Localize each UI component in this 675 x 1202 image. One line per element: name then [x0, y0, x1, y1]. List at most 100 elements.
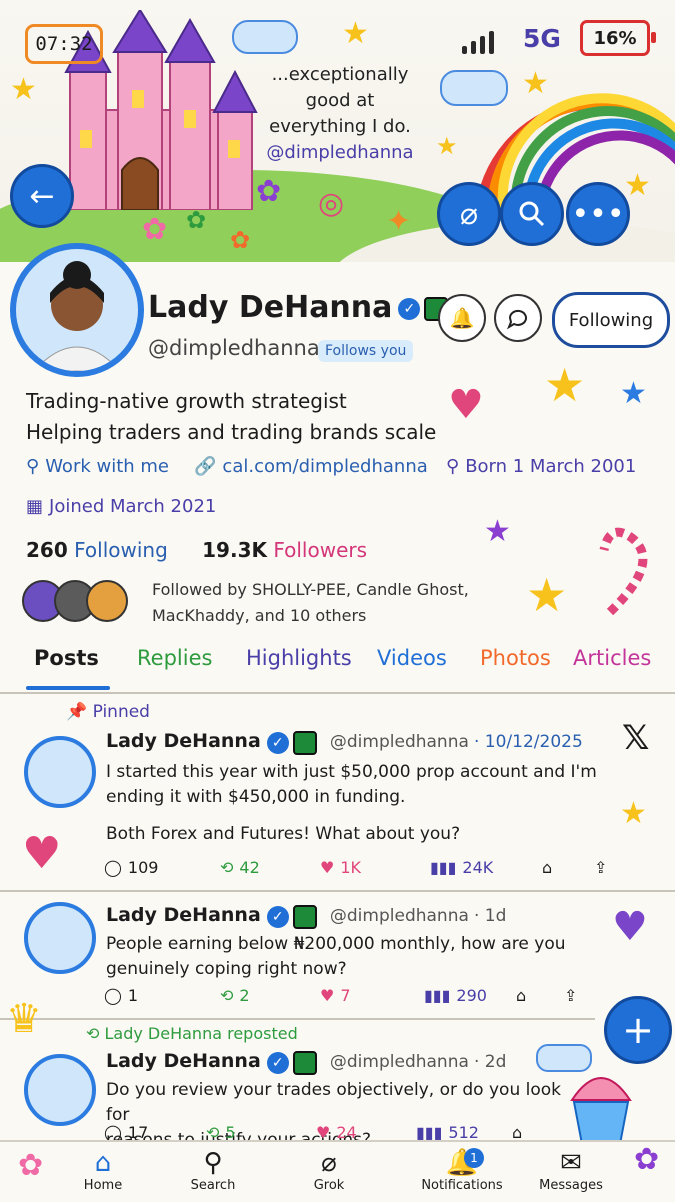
back-button[interactable]: ← [10, 164, 74, 228]
tab-highlights[interactable]: Highlights [246, 646, 352, 670]
bio-line: Trading-native growth strategist [26, 389, 347, 413]
bookmark-button[interactable]: ⌂ [512, 1124, 522, 1140]
bookmark-button[interactable]: ⌂ [516, 986, 564, 1005]
balloon-icon: ⚲ [446, 456, 460, 477]
share-button[interactable]: ⇪ [564, 986, 577, 1005]
reply-button[interactable]: ◯ 1 [104, 986, 220, 1005]
following-link[interactable]: 260 Following [26, 538, 168, 562]
link-text[interactable]: cal.com/dimpledhanna [222, 456, 427, 477]
followed-by-avatars[interactable] [22, 580, 150, 622]
tab-posts[interactable]: Posts [34, 646, 99, 670]
post-date[interactable]: · 1d [474, 906, 506, 926]
post-avatar[interactable] [24, 1054, 96, 1126]
nav-messages[interactable]: ✉ Messages [526, 1148, 616, 1193]
compose-button[interactable]: + [604, 996, 672, 1064]
followed-by-text[interactable]: Followed by SHOLLY-PEE, Candle Ghost, Ma… [152, 577, 532, 629]
post-text-line: genuinely coping right now? [106, 959, 347, 979]
post-avatar[interactable] [24, 736, 96, 808]
repost-icon: ⟲ [206, 1124, 220, 1140]
search-button[interactable] [500, 182, 564, 246]
profile-link[interactable]: 🔗 cal.com/dimpledhanna [194, 456, 428, 477]
star-icon: ★ [624, 168, 651, 203]
like-count: 7 [340, 986, 351, 1005]
reply-button[interactable]: ◯ 109 [104, 858, 220, 877]
followers-link[interactable]: 19.3K Followers [202, 538, 367, 562]
smiley-star-icon: ★ [544, 358, 586, 412]
post-handle[interactable]: @dimpledhanna [330, 732, 469, 752]
star-icon: ★ [10, 72, 37, 107]
bar-chart-icon: ▮▮▮ [430, 858, 457, 877]
notification-badge: 1 [464, 1148, 484, 1168]
notify-bell-button[interactable]: 🔔 [438, 294, 486, 342]
flower-icon: ✿ [256, 174, 282, 209]
cupcake-icon [570, 1077, 632, 1145]
share-icon: ⇪ [594, 858, 608, 877]
bio-line: Helping traders and trading brands scale [26, 420, 437, 444]
nav-home[interactable]: ⌂ Home [58, 1148, 148, 1193]
location-pin-icon: ⚲ [26, 456, 40, 477]
views-button[interactable]: ▮▮▮ 24K [430, 858, 542, 877]
bell-icon: 🔔 [445, 1148, 479, 1178]
bottom-navigation: ✿ ⌂ Home ⚲ Search ⌀ Grok 🔔 1 Notifications ✉ M… [0, 1140, 675, 1202]
smiley-star-icon: ★ [526, 568, 568, 622]
following-button[interactable]: Following [552, 292, 670, 348]
star-icon: ★ [342, 16, 369, 51]
post-handle[interactable]: @dimpledhanna [330, 1052, 469, 1072]
bookmark-icon: ⌂ [516, 986, 527, 1005]
repost-button[interactable]: ⟲ 42 [220, 858, 320, 877]
repost-button[interactable]: ⟲ 2 [220, 986, 320, 1005]
post-date[interactable]: · 2d [474, 1052, 506, 1072]
post-author[interactable]: Lady DeHanna [106, 904, 261, 926]
post-header: Lady DeHanna ✓ @dimpledhanna · 2d [106, 1050, 506, 1075]
star-icon: ★ [436, 132, 458, 160]
tab-replies[interactable]: Replies [137, 646, 212, 670]
nav-search[interactable]: ⚲ Search [168, 1148, 258, 1193]
bookmark-button[interactable]: ⌂ [542, 858, 594, 877]
nav-notifications[interactable]: 🔔 1 Notifications [416, 1148, 508, 1193]
profile-avatar[interactable] [10, 243, 144, 377]
home-icon: ⌂ [94, 1148, 112, 1178]
tab-articles[interactable]: Articles [573, 646, 651, 670]
avatar [86, 580, 128, 622]
post-avatar[interactable] [24, 902, 96, 974]
followers-count: 19.3K [202, 538, 267, 562]
signal-icon [462, 26, 494, 54]
heart-icon: ♥ [612, 904, 648, 950]
chat-bubble-icon [506, 309, 527, 330]
like-button[interactable]: ♥ 1K [320, 858, 430, 877]
post-header: Lady DeHanna ✓ @dimpledhanna · 1d [106, 904, 506, 929]
like-button[interactable]: ♥ 7 [320, 986, 424, 1005]
grok-button[interactable]: ⌀ [437, 182, 501, 246]
like-button[interactable]: ♥ 24 [316, 1124, 416, 1140]
active-tab-indicator [26, 686, 110, 690]
post-author[interactable]: Lady DeHanna [106, 730, 261, 752]
pin-icon: 📌 [66, 702, 88, 722]
tab-videos[interactable]: Videos [377, 646, 447, 670]
post-date[interactable]: · 10/12/2025 [474, 732, 583, 752]
nav-grok[interactable]: ⌀ Grok [284, 1148, 374, 1193]
affiliate-badge-icon [292, 1050, 317, 1075]
more-options-button[interactable]: ••• [566, 182, 630, 246]
repost-icon: ⟲ [86, 1024, 100, 1043]
grok-icon: ⌀ [459, 196, 479, 232]
reply-button[interactable]: ◯ 17 [104, 1124, 206, 1140]
like-count: 24 [336, 1124, 357, 1140]
post-text: I started this year with just $50,000 pr… [106, 760, 646, 847]
heart-icon: ♥ [320, 858, 335, 877]
views-button[interactable]: ▮▮▮ 512 [416, 1124, 512, 1140]
share-button[interactable]: ⇪ [594, 858, 607, 877]
tab-photos[interactable]: Photos [480, 646, 551, 670]
views-button[interactable]: ▮▮▮ 290 [424, 986, 516, 1005]
post-author[interactable]: Lady DeHanna [106, 1050, 261, 1072]
flower-icon: ✿ [186, 206, 207, 234]
message-button[interactable] [494, 294, 542, 342]
envelope-icon: ✉ [560, 1148, 582, 1178]
heart-icon: ♥ [316, 1124, 331, 1140]
bookmark-icon: ⌂ [542, 858, 553, 877]
like-count: 1K [340, 858, 362, 877]
pinned-text: Pinned [92, 702, 150, 722]
post-handle[interactable]: @dimpledhanna [330, 906, 469, 926]
flower-icon: ✿ [142, 212, 168, 247]
repost-button[interactable]: ⟲ 5 [206, 1124, 316, 1140]
star-icon: ★ [620, 796, 647, 831]
